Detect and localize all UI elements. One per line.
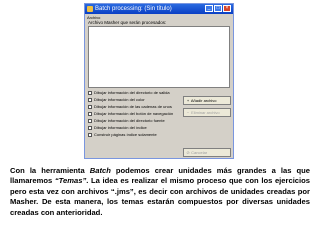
cancel-label: Cancelar [191,150,208,155]
caption-temas: “Temas” [54,176,87,186]
description-paragraph: Con la herramienta Batch podemos crear u… [10,166,310,218]
maximize-icon[interactable]: □ [214,5,222,12]
cancel-button[interactable]: ⊘ Cancelar [183,148,231,157]
option-label: Dibujar información del índice [94,125,147,130]
cancel-icon: ⊘ [186,150,190,155]
option-label: Dibujar información del directorio fuent… [94,118,165,123]
option-index[interactable]: Dibujar información del índice [88,125,180,131]
checkbox[interactable] [88,132,92,137]
plus-icon: + [186,98,190,103]
remove-file-label: Eliminar archivo [191,110,220,115]
minimize-icon[interactable]: _ [205,5,213,12]
title-bar[interactable]: Batch processing: (Sin título) _ □ × [85,4,233,14]
add-file-button[interactable]: + Añadir archivo [183,96,231,105]
checkbox[interactable] [88,118,92,123]
option-source-dir[interactable]: Dibujar información del directorio fuent… [88,118,180,124]
minus-icon: − [186,110,190,115]
option-output-dir[interactable]: Dibujar información del directorio de sa… [88,90,180,96]
option-label: Dibujar información del directorio de sa… [94,90,170,95]
app-icon [87,6,93,12]
remove-file-button[interactable]: − Eliminar archivo [183,108,231,117]
option-label: Dibujar información del color [94,97,145,102]
checkbox[interactable] [88,111,92,116]
window-title: Batch processing: (Sin título) [95,6,172,12]
checkbox[interactable] [88,90,92,95]
option-color[interactable]: Dibujar información del color [88,97,180,103]
checkbox[interactable] [88,125,92,130]
option-strings[interactable]: Dibujar información de las cadenas de un… [88,104,180,110]
batch-processing-dialog: Batch processing: (Sin título) _ □ × Arc… [84,3,234,159]
close-icon[interactable]: × [223,5,231,12]
option-label: Dibujar información de las cadenas de un… [94,104,172,109]
option-label: Construir páginas índice solamente [94,132,157,137]
checkbox[interactable] [88,104,92,109]
checkbox[interactable] [88,97,92,102]
option-nav-button[interactable]: Dibujar información del botón de navegac… [88,111,180,117]
caption-batch: Batch [89,166,111,175]
caption-part-1: Con la herramienta [10,166,90,175]
files-listbox[interactable] [88,26,230,88]
list-group-label: Archivo Masher que serán procesados: [88,20,167,25]
option-index-only[interactable]: Construir páginas índice solamente [88,132,180,138]
add-file-label: Añadir archivo [190,98,217,103]
option-label: Dibujar información del botón de navegac… [94,111,174,116]
